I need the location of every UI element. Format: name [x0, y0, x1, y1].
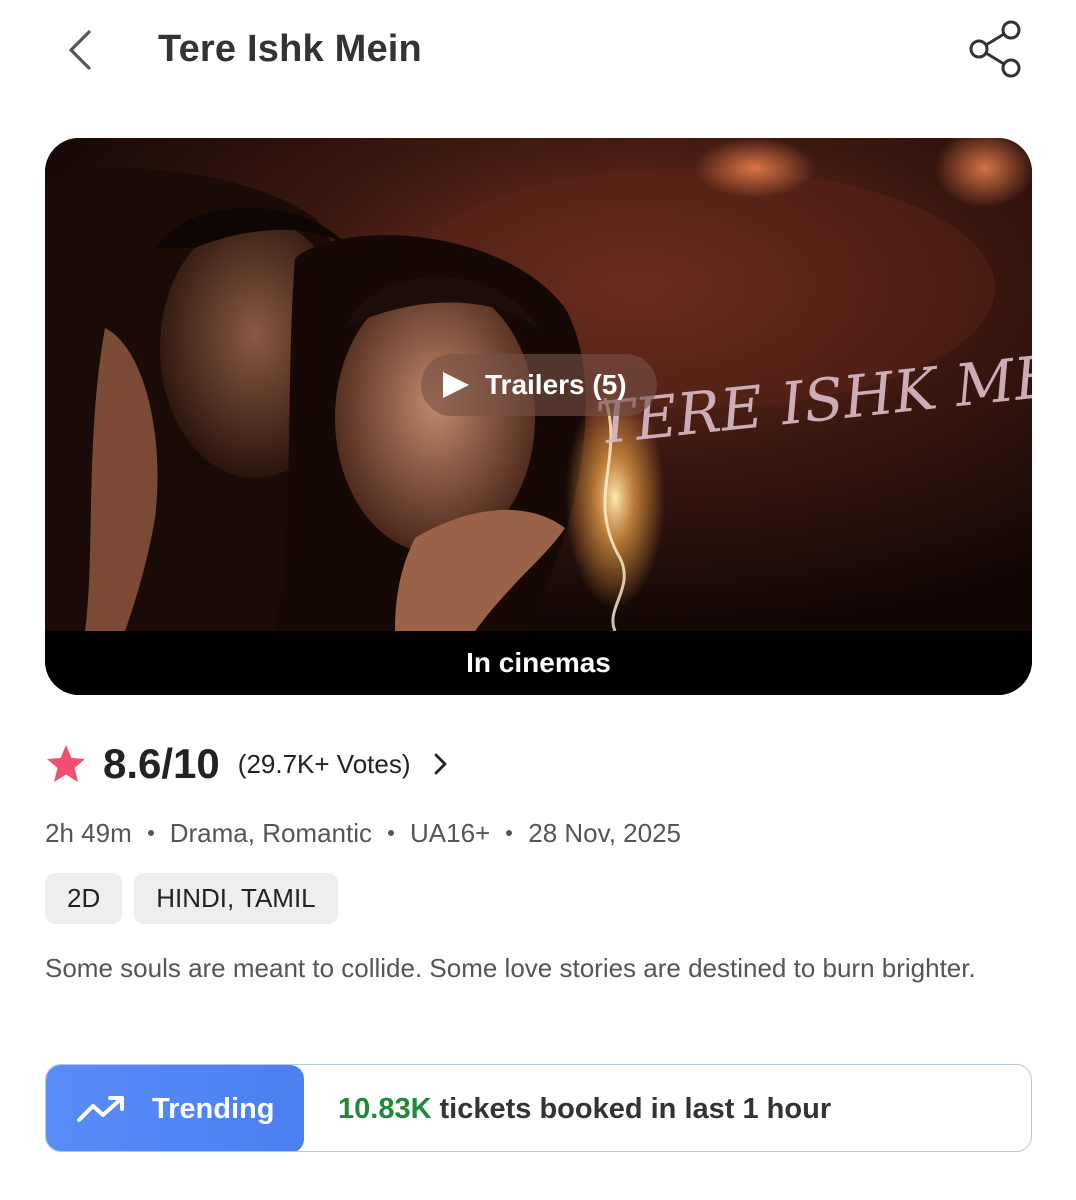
star-icon [47, 745, 85, 782]
synopsis: Some souls are meant to collide. Some lo… [45, 953, 976, 983]
certificate: UA16+ [410, 817, 491, 848]
top-bar: Tere Ishk Mein [0, 0, 1076, 104]
tickets-text: tickets booked in last 1 hour [439, 1092, 832, 1125]
movie-meta: 2h 49m Drama, Romantic UA16+ 28 Nov, 202… [45, 815, 681, 851]
trailers-label: Trailers (5) [485, 369, 627, 400]
format-language-tags: 2D HINDI, TAMIL [45, 873, 350, 925]
back-button[interactable] [56, 24, 104, 76]
separator-dot [388, 830, 395, 836]
share-icon [969, 20, 1021, 78]
trending-up-icon [77, 1096, 124, 1122]
separator-dot [147, 830, 154, 836]
share-button[interactable] [964, 16, 1028, 82]
chevron-right-icon[interactable] [433, 750, 453, 778]
trending-badge: Trending [46, 1065, 304, 1151]
language-tag: HINDI, TAMIL [134, 873, 338, 924]
separator-dot [506, 830, 513, 836]
trending-label: Trending [152, 1092, 275, 1125]
chevron-left-icon [69, 30, 91, 70]
page-title: Tere Ishk Mein [158, 28, 422, 70]
rating-row[interactable]: 8.6/10 (29.7K+ Votes) [45, 736, 453, 792]
trending-stat: 10.83K tickets booked in last 1 hour [338, 1065, 832, 1151]
rating-votes: (29.7K+ Votes) [237, 748, 411, 779]
format-tag: 2D [45, 873, 123, 924]
tickets-count: 10.83K [338, 1092, 432, 1125]
duration: 2h 49m [45, 817, 132, 848]
trending-banner: Trending 10.83K tickets booked in last 1… [45, 1064, 1032, 1152]
release-status-bar: In cinemas [45, 631, 1032, 695]
play-icon [443, 372, 469, 398]
trailers-button[interactable]: Trailers (5) [421, 354, 657, 416]
release-date: 28 Nov, 2025 [528, 817, 681, 848]
genres: Drama, Romantic [169, 817, 373, 848]
rating-value: 8.6/10 [103, 740, 220, 787]
release-status-text: In cinemas [466, 647, 611, 678]
movie-poster[interactable]: TERE ISHK MEIN Trailers (5) In cinemas [45, 138, 1032, 695]
